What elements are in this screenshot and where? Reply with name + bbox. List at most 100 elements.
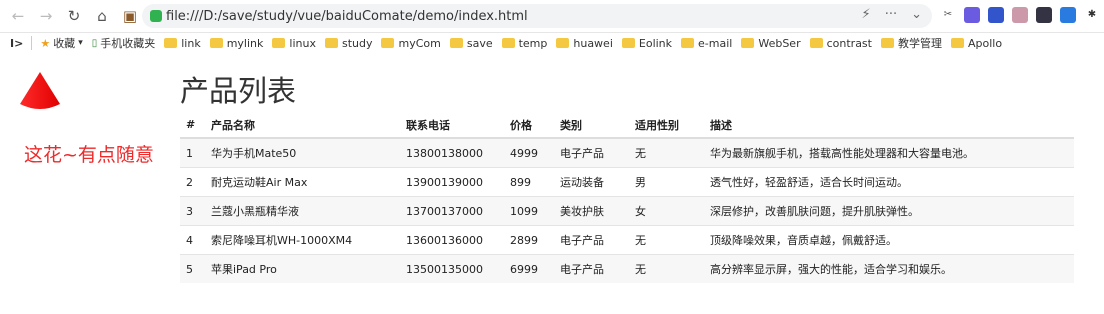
chevron-down-icon[interactable]: ⌄ [911,7,922,22]
home-icon[interactable]: ⌂ [92,7,112,25]
folder-icon [681,38,695,48]
folder-icon [272,38,286,48]
table-header-row: # 产品名称 联系电话 价格 类别 适用性别 描述 [180,112,1074,139]
cell-gender: 无 [629,225,704,255]
cell-phone: 13700137000 [400,196,504,226]
bookmark-item[interactable]: e-mail [681,37,732,50]
folder-icon [621,38,635,48]
header-phone: 联系电话 [400,112,504,139]
cell-name: 索尼降噪耳机WH-1000XM4 [205,225,400,255]
cell-name: 苹果iPad Pro [205,254,400,283]
extension-icon[interactable] [964,7,980,23]
cell-gender: 女 [629,196,704,226]
cell-description: 深层修护，改善肌肤问题，提升肌肤弹性。 [704,196,1074,226]
bookmark-item[interactable]: linux [272,37,316,50]
folder-icon [556,38,570,48]
bookmark-item[interactable]: huawei [556,37,613,50]
bookmark-label: Eolink [638,36,673,50]
table-row: 5 苹果iPad Pro 13500135000 6999 电子产品无高分辨率显示屏，强… [180,254,1074,283]
table-row: 1 华为手机Mate50 13800138000 4999 电子产品无华为最新旗舰手机，… [180,137,1074,168]
bookmark-item[interactable]: mylink [209,36,264,50]
sidebar-toggle-icon[interactable]: I> [10,37,23,50]
cell-index: 5 [180,254,205,283]
mobile-icon: ▯ [91,37,98,49]
scissors-icon[interactable]: ✂ [940,7,956,23]
bookmark-item[interactable]: 教学管理 [880,35,942,51]
more-icon[interactable]: ··· [885,7,897,22]
header-index: # [180,112,205,139]
lightning-icon[interactable]: ⚡ [862,7,871,22]
cell-phone: 13500135000 [400,254,504,283]
bookmarks-menu[interactable]: ★ 收藏 ▾ [40,35,82,51]
cell-price: 899 [504,167,554,197]
bookmark-label: study [341,36,373,50]
bookmark-item[interactable]: ▯ 手机收藏夹 [92,35,156,51]
cell-category: 美妆护肤 [554,196,629,226]
forward-icon[interactable]: → [36,7,56,25]
divider [31,36,33,50]
folder-icon [324,38,338,48]
star-icon: ★ [40,36,51,50]
bookmark-item[interactable]: contrast [809,36,872,50]
reader-icon[interactable] [1012,7,1028,23]
cell-category: 电子产品 [554,254,629,283]
bookmark-item[interactable]: WebSer [741,36,801,50]
bookmark-label: 手机收藏夹 [100,37,156,50]
bookmark-label: temp [518,36,548,50]
cell-index: 2 [180,167,205,197]
bookmark-label: myCom [398,36,441,50]
cell-name: 华为手机Mate50 [205,137,400,168]
cell-description: 透气性好，轻盈舒适，适合长时间运动。 [704,167,1074,197]
cell-name: 耐克运动鞋Air Max [205,167,400,197]
folder-icon [809,38,823,48]
header-gender: 适用性别 [629,112,704,139]
bookmarks-bar: I> ★ 收藏 ▾ ▯ 手机收藏夹 link mylink linux study myCo… [0,33,1104,53]
bookmark-item[interactable]: myCom [381,36,441,50]
header-price: 价格 [504,112,554,139]
folder-icon [449,38,463,48]
page-title: 产品列表 [180,74,297,108]
back-icon[interactable]: ← [8,7,28,25]
folder-icon [501,38,515,48]
cell-gender: 无 [629,137,704,168]
cone-icon [20,72,60,109]
bookmark-item[interactable]: Apollo [950,37,1002,50]
address-bar[interactable]: file:///D:/save/study/vue/baiduComate/de… [142,4,932,28]
bookmark-label: mylink [226,36,264,50]
bookmark-item[interactable]: save [449,37,493,50]
cell-index: 4 [180,225,205,255]
extension-blue-icon[interactable] [1060,7,1076,23]
table-row: 4 索尼降噪耳机WH-1000XM4 13600136000 2899 电子产品无顶级降… [180,225,1074,255]
header-name: 产品名称 [205,112,400,139]
browser-toolbar: ← → ↻ ⌂ ▣ file:///D:/save/study/vue/baid… [0,0,1104,33]
briefcase-icon[interactable]: ▣ [120,7,140,25]
folder-icon [950,38,964,48]
table-row: 2 耐克运动鞋Air Max 13900139000 899 运动装备男透气性好，轻盈舒… [180,167,1074,197]
cell-category: 电子产品 [554,225,629,255]
bookmark-label: WebSer [758,36,801,50]
cell-phone: 13900139000 [400,167,504,197]
bookmark-label: contrast [826,36,872,50]
folder-icon [164,38,178,48]
reload-icon[interactable]: ↻ [64,7,84,25]
product-table: # 产品名称 联系电话 价格 类别 适用性别 描述 1 华为手机Mate50 138… [180,112,1074,283]
chevron-down-icon: ▾ [78,38,83,48]
cell-price: 6999 [504,254,554,283]
folder-icon [209,38,223,48]
puzzle-icon[interactable]: ✱ [1084,7,1100,23]
nav-buttons: ← → ↻ ⌂ ▣ [0,7,140,25]
cell-phone: 13600136000 [400,225,504,255]
folder-icon [741,38,755,48]
bookmark-item[interactable]: Eolink [621,36,673,50]
cell-description: 顶级降噪效果，音质卓越，佩戴舒适。 [704,225,1074,255]
bookmark-item[interactable]: study [324,36,373,50]
translate-icon[interactable] [988,7,1004,23]
slogan-text: 这花~有点随意 [24,144,154,166]
cell-category: 运动装备 [554,167,629,197]
folder-icon [880,38,894,48]
bookmark-item[interactable]: link [164,37,201,50]
url-text[interactable]: file:///D:/save/study/vue/baiduComate/de… [166,9,528,24]
bookmark-item[interactable]: temp [501,36,548,50]
extension-dark-icon[interactable] [1036,7,1052,23]
bookmark-label: e-mail [698,36,733,50]
